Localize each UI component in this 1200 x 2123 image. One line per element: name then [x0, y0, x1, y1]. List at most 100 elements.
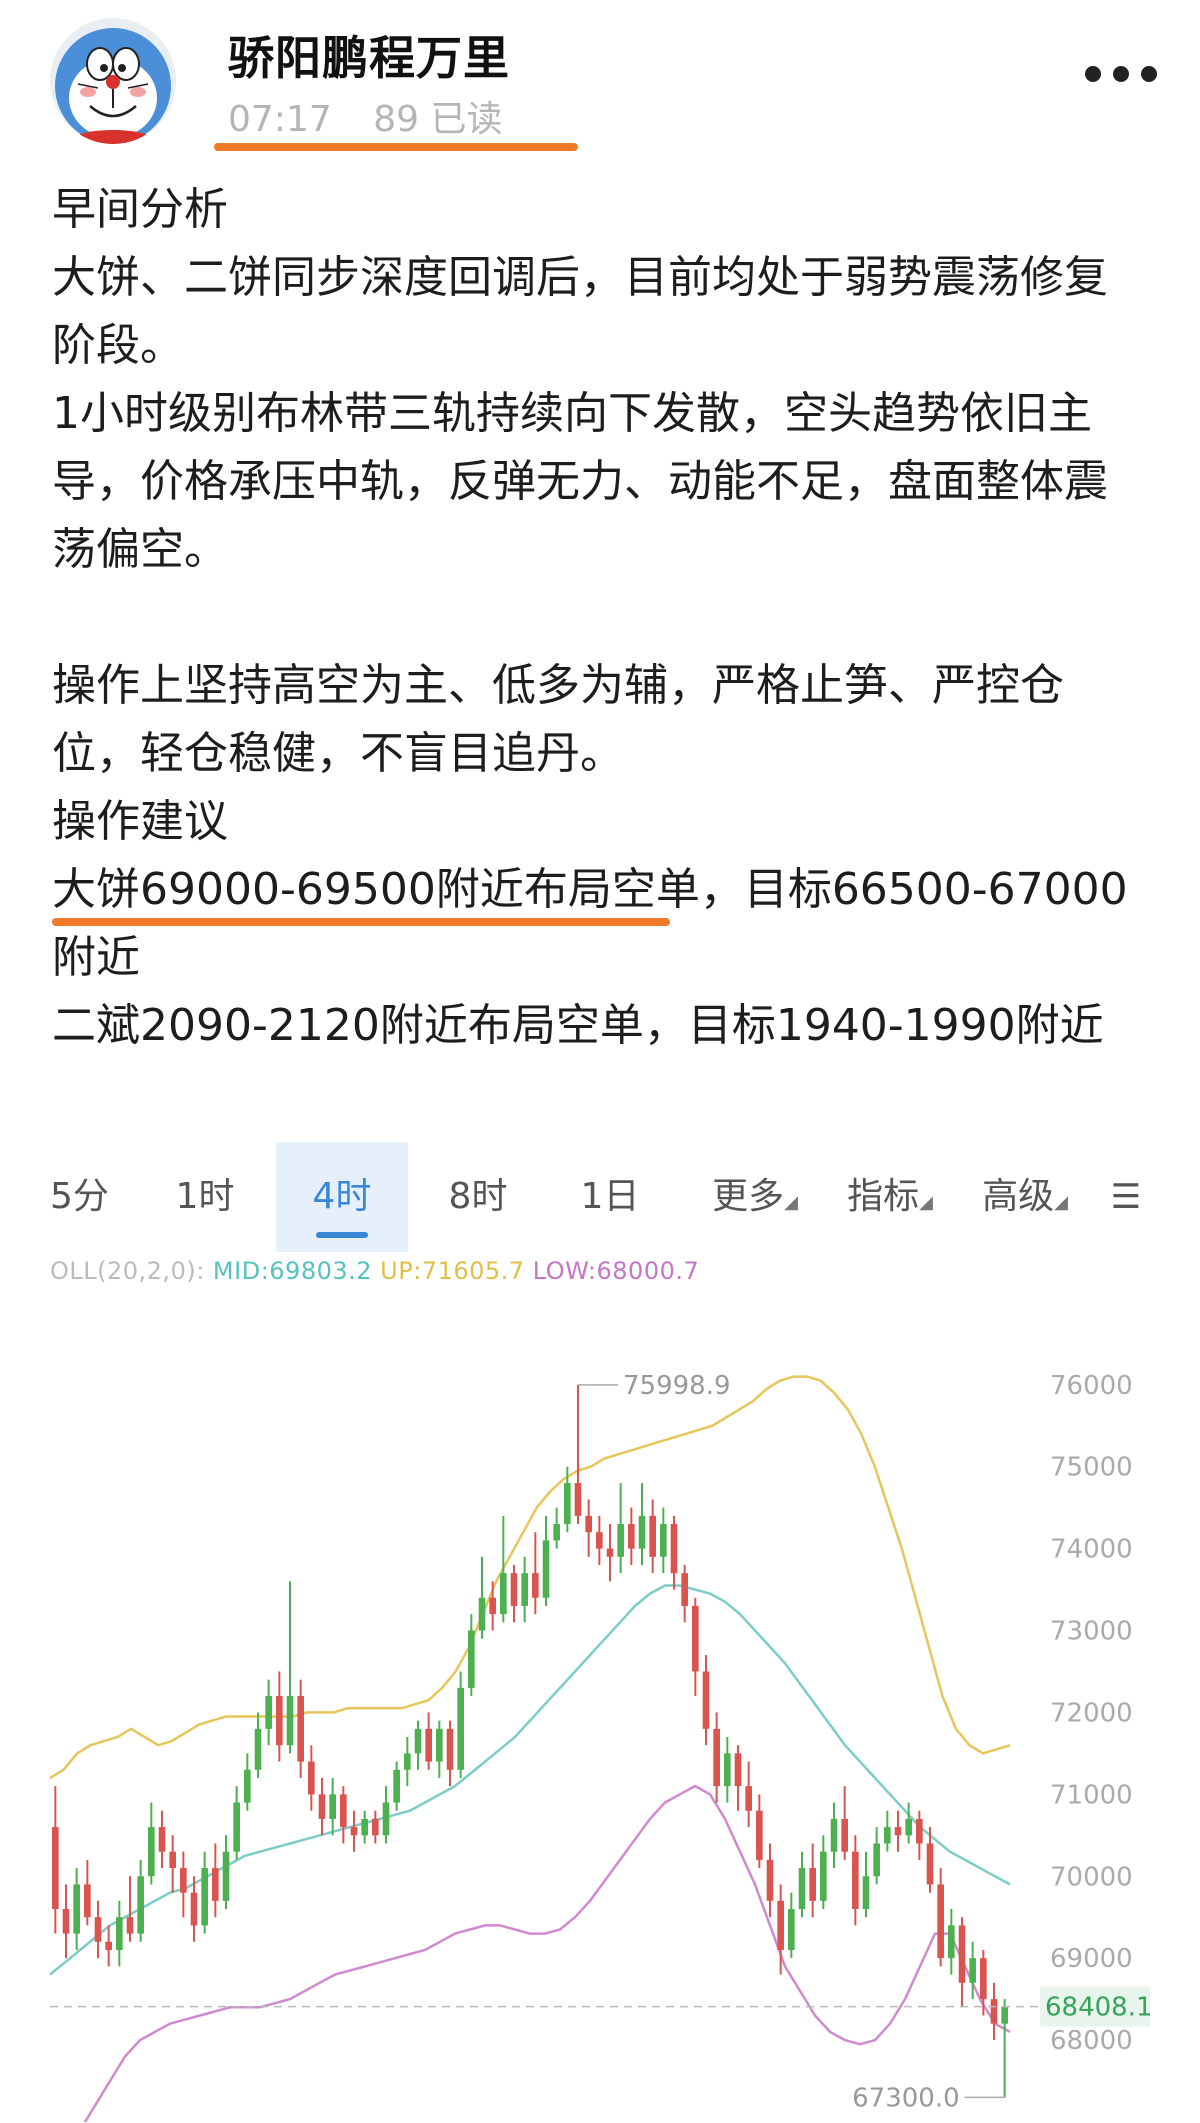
candle-body [489, 1597, 496, 1615]
candle-body [916, 1818, 923, 1844]
candle-body [980, 1958, 987, 2000]
boll-upper-line [50, 1375, 1011, 1780]
post-line: 1小时级别布林带三轨持续向下发散，空头趋势依旧主 [52, 388, 1092, 439]
candle-body [724, 1753, 731, 1787]
tab-advanced[interactable]: 高级◢ [970, 1142, 1080, 1252]
caret-down-icon: ◢ [1054, 1192, 1068, 1213]
candle-body [713, 1728, 720, 1787]
candle-body [308, 1761, 315, 1795]
tab-advanced-label: 高级 [982, 1176, 1055, 1217]
tab-1d[interactable]: 1日 [560, 1142, 660, 1252]
candle-body [148, 1827, 155, 1877]
boll-low: LOW:68000.7 [532, 1257, 700, 1285]
post-line: 阶段。 [52, 320, 184, 371]
candle-body [340, 1794, 347, 1828]
candle-body [329, 1794, 336, 1819]
boll-prefix: OLL(20,2,0): [50, 1257, 205, 1285]
annotation-underline [52, 918, 670, 926]
candle-body [297, 1696, 304, 1762]
candle-body [393, 1769, 400, 1803]
candle-body [756, 1810, 763, 1860]
candle-body [937, 1884, 944, 1959]
candle-body [276, 1696, 283, 1746]
candle-body [414, 1728, 422, 1754]
post-line: 荡偏空。 [52, 524, 228, 575]
post-line: 二斌2090-2120附近布局空单，目标1940-1990附近 [52, 1000, 1104, 1051]
candle-body [233, 1802, 240, 1852]
candle-body [894, 1827, 902, 1836]
post-line: 大饼、二饼同步深度回调后，目前均处于弱势震荡修复 [52, 252, 1108, 303]
candlestick-chart[interactable]: 68000 69000 70000 71000 72000 73000 74000 75000… [50, 1302, 1150, 2122]
candle-body [52, 1827, 59, 1910]
candle-body [542, 1540, 550, 1598]
candle-body [350, 1827, 358, 1836]
current-price-label: 68408.1 [1045, 1993, 1150, 2023]
author-name[interactable]: 骄阳鹏程万里 [228, 22, 510, 88]
post-line: 附近 [52, 932, 140, 983]
candle-body [372, 1818, 379, 1836]
post-meta: 07:17 89 已读 [228, 90, 532, 142]
post-line-blank [52, 584, 1162, 652]
y-tick-label: 73000 [1050, 1617, 1133, 1647]
candle-body [574, 1483, 582, 1516]
y-tick-label: 69000 [1050, 1944, 1133, 1974]
tab-indicators-label: 指标 [847, 1176, 920, 1217]
post-line-highlighted: 大饼69000-69500附近布局空单，目标66500-67000 [52, 864, 1128, 915]
boll-lower-line [83, 1784, 1011, 2122]
candle-body [404, 1753, 411, 1770]
tab-5m[interactable]: 5分 [50, 1142, 110, 1252]
boll-up: UP:71605.7 [380, 1257, 525, 1285]
candle-body [212, 1868, 219, 1901]
post-header: 骄阳鹏程万里 07:17 89 已读 [0, 0, 1200, 160]
y-tick-label: 71000 [1050, 1780, 1133, 1810]
tab-1h[interactable]: 1时 [160, 1142, 250, 1252]
tab-4h[interactable]: 4时 [276, 1142, 408, 1252]
more-options-icon[interactable] [1085, 66, 1195, 96]
caret-down-icon: ◢ [784, 1192, 798, 1213]
avatar[interactable] [50, 18, 176, 144]
post-line: 导，价格承压中轨，反弹无力、动能不足，盘面整体震 [52, 456, 1108, 507]
chart-screenshot: 5分 1时 4时 8时 1日 更多◢ 指标◢ 高级◢ ☰ OLL(20,2,0)… [50, 1122, 1150, 2123]
candle-body [254, 1728, 262, 1770]
doraemon-avatar-icon [55, 28, 171, 144]
candle-body [94, 1917, 102, 1942]
tab-indicators[interactable]: 指标◢ [835, 1142, 945, 1252]
candle-body [532, 1573, 539, 1598]
candle-body [777, 1900, 784, 1950]
candle-body [990, 1999, 998, 2024]
y-tick-label: 70000 [1050, 1862, 1133, 1892]
candle-body [884, 1827, 891, 1844]
candle-body [73, 1884, 80, 1934]
post-line: 操作建议 [52, 796, 228, 847]
candle-body [84, 1884, 91, 1918]
candle-body [820, 1851, 827, 1901]
candle-body [468, 1630, 475, 1688]
candle-body [553, 1524, 560, 1541]
tab-8h[interactable]: 8时 [428, 1142, 528, 1252]
candle-body [318, 1794, 326, 1819]
candle-body [617, 1524, 624, 1557]
candle-body [606, 1548, 614, 1557]
candle-body [905, 1818, 912, 1836]
tab-more[interactable]: 更多◢ [700, 1142, 810, 1252]
low-price-label: 67300.0 [852, 2083, 960, 2113]
candle-body [436, 1728, 443, 1762]
read-count: 89 已读 [373, 99, 503, 140]
candle-body [809, 1868, 816, 1901]
candle-body [222, 1851, 230, 1901]
candle-body [126, 1917, 134, 1934]
candle-body [361, 1818, 368, 1836]
candle-body [286, 1696, 294, 1746]
candle-body [958, 1925, 966, 1983]
post-line: 早间分析 [52, 184, 228, 235]
settings-icon[interactable]: ☰ [1102, 1142, 1150, 1252]
candle-body [798, 1868, 806, 1910]
candle-body [638, 1515, 646, 1549]
y-tick-label: 68000 [1050, 2026, 1133, 2056]
candle-body [734, 1753, 742, 1787]
timeframe-tabs: 5分 1时 4时 8时 1日 更多◢ 指标◢ 高级◢ ☰ [50, 1142, 1150, 1252]
candle-body [681, 1573, 688, 1606]
candle-body [788, 1909, 795, 1950]
candle-body [116, 1917, 123, 1950]
candle-body [926, 1843, 934, 1885]
